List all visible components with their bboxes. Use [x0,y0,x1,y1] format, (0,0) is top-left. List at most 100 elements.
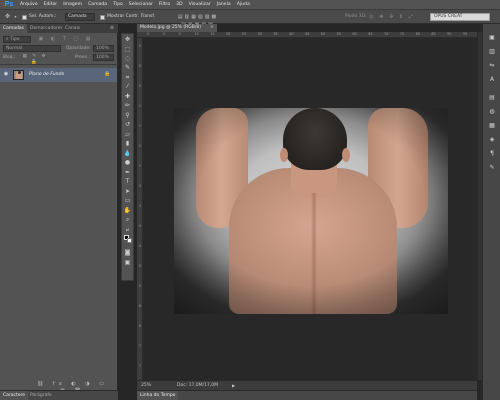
background-color-swatch[interactable] [127,238,132,243]
tab-linha-do-tempo[interactable]: Linha do Tempo [137,391,179,400]
layer-kind-filter-value: Tipo [9,37,20,42]
bottom-panel-tabs: Caractere Parágrafo [0,390,118,400]
ruler-h-tick: 35 [273,32,278,36]
opacity-input[interactable]: 100% [93,45,114,52]
brush-presets-panel-icon[interactable]: ✎ [487,164,497,172]
menu-arquivo[interactable]: Arquivo [20,2,38,7]
ruler-h-tick: 65 [368,32,373,36]
healing-brush-tool-icon[interactable]: ✚ [122,92,133,101]
swap-colors-icon[interactable]: ⇄ [122,225,133,234]
ruler-h-tick: 50 [320,32,326,36]
fill-input[interactable]: 100% [93,54,114,61]
adjustments-panel-icon[interactable]: ⇋ [487,62,497,70]
lasso-tool-icon[interactable]: ◌ [122,54,133,63]
show-transform-checkbox[interactable] [100,14,105,20]
eye-icon[interactable]: ◉ [3,72,9,78]
document-info[interactable]: Doc: 17,0M/17,0M [177,381,218,390]
menu-tipo[interactable]: Tipo [113,2,123,7]
gradient-tool-icon[interactable]: ▮ [122,139,133,148]
auto-select-dropdown[interactable]: Camada [65,13,95,21]
ruler-h-tick: 80 [415,32,420,36]
menu-3d[interactable]: 3D [176,2,182,7]
properties-panel-icon[interactable]: ▥ [487,48,497,56]
zoom-tool-icon[interactable]: ⌕ [122,215,133,224]
history-panel-icon[interactable]: ▣ [487,34,497,42]
3d-mode-icons[interactable]: ◎ ✥ ✣ ⇕ ⤢ [367,13,417,21]
menu-selecionar[interactable]: Selecionar [129,2,153,7]
clone-stamp-tool-icon[interactable]: ⚲ [122,111,133,120]
ruler-h-tick: 95 [463,32,468,36]
document-image[interactable] [174,108,448,314]
menu-visualizar[interactable]: Visualizar [189,2,211,7]
menu-bar: Ps Arquivo Editar Imagem Camada Tipo Sel… [0,0,500,10]
pen-tool-icon[interactable]: ✒ [122,168,133,177]
photoshop-logo[interactable]: Ps [2,0,16,9]
panel-menu-icon[interactable]: ≡ [108,26,116,32]
3d-panel-icon[interactable]: ◈ [487,136,497,144]
quick-mask-icon[interactable]: ◙ [122,248,133,257]
tab-paragrafo[interactable]: Parágrafo [27,391,55,400]
layer-panel-footer-icons[interactable]: ⛓ fx ◐ ◑ ▭ ▣ 🗑 [30,381,115,394]
timeline-panel-bar: Linha do Tempo [137,390,477,400]
menu-camada[interactable]: Camada [88,2,107,7]
blend-mode-dropdown[interactable]: Normal [3,45,61,52]
menu-filtro[interactable]: Filtro [159,2,170,7]
menu-imagem[interactable]: Imagem [63,2,82,7]
close-icon[interactable]: × [210,24,214,32]
quick-selection-tool-icon[interactable]: ✎ [122,63,133,72]
styles-panel-icon[interactable]: ◍ [487,108,497,116]
menu-editar[interactable]: Editar [44,2,58,7]
path-selection-tool-icon[interactable]: ➤ [122,187,133,196]
vignette-overlay [174,108,448,314]
zoom-level[interactable]: 25% [141,381,151,390]
layer-kind-filter[interactable]: ⌕ Tipo [3,36,31,43]
brush-tool-icon[interactable]: ✏ [122,101,133,110]
ruler-h-tick: 60 [352,32,357,36]
menu-ajuda[interactable]: Ajuda [237,2,250,7]
type-tool-icon[interactable]: T [122,177,133,186]
dodge-tool-icon[interactable]: ● [122,158,133,167]
eraser-tool-icon[interactable]: ▱ [122,130,133,139]
eyedropper-tool-icon[interactable]: ⁄ [122,82,133,91]
lock-options-icons[interactable]: ▦ ✎ ✥ 🔒 [17,54,53,65]
auto-select-checkbox[interactable] [22,14,27,20]
ruler-h-tick: 25 [241,32,247,36]
layer-name: Plano de Fundo [29,72,65,77]
3d-mode-label: Modo 3D: [345,14,367,19]
history-brush-tool-icon[interactable]: ↺ [122,120,133,129]
fill-label: Preen.: [75,55,91,60]
layer-thumbnail [13,70,24,80]
layer-row-background[interactable]: ◉ Plano de Fundo 🔒 [0,68,117,82]
layer-filter-icons[interactable]: ▣ ◐ T ▢ ▦ [36,36,96,43]
move-tool-icon[interactable]: ✥ [122,35,133,44]
document-tab[interactable]: Modelo.jpg @ 25% (RGB/8) [137,24,217,32]
ruler-h-tick: 5 [147,32,150,36]
ruler-h-tick: 85 [431,32,436,36]
screen-mode-icon[interactable]: ▣ [122,258,133,267]
menu-janela[interactable]: Janela [217,2,231,7]
tab-camadas[interactable]: Camadas [0,24,27,33]
align-distribute-icons[interactable]: ▤▥▦▧▨▩ ▤▥▦▧▨ [168,13,228,28]
ruler-h-tick: 45 [305,32,310,36]
lock-label: Bloq.: [3,55,16,60]
tab-demarcadores[interactable]: Demarcadores [27,24,66,33]
right-panel-dock: ▣ ▥ ⇋ A ▤ ◍ ▦ ◈ ¶ ✎ [482,24,500,400]
marquee-tool-icon[interactable]: ⬚ [122,45,133,54]
move-tool-preset-icon[interactable]: ✥ [3,13,12,21]
thumbnail-head [18,71,21,74]
workspace-selector[interactable]: OPUS CREAT [430,13,490,21]
tab-canais[interactable]: Canais [62,24,84,33]
character-panel-icon[interactable]: A [487,76,497,84]
ruler-h-tick: 75 [399,32,405,36]
play-arrow-icon[interactable]: ▶ [232,381,235,390]
blur-tool-icon[interactable]: 💧 [122,149,133,158]
hand-tool-icon[interactable]: ✋ [122,206,133,215]
crop-tool-icon[interactable]: ⌗ [122,73,133,82]
rectangle-tool-icon[interactable]: ▭ [122,196,133,205]
paragraph-panel-icon[interactable]: ¶ [487,150,497,158]
info-panel-icon[interactable]: ▤ [487,94,497,102]
ruler-h-tick: 30 [257,32,262,36]
swatches-panel-icon[interactable]: ▦ [487,122,497,130]
tab-caractere[interactable]: Caractere [0,391,29,400]
chevron-down-icon[interactable]: ▾ [13,13,18,21]
